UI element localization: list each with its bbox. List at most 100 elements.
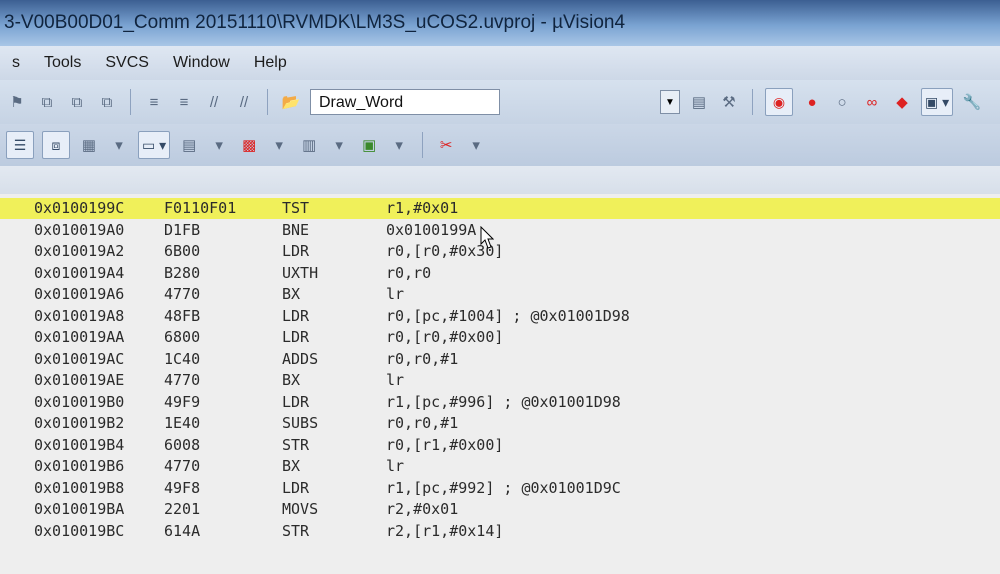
toolbar-separator [130,89,131,115]
system-viewer-icon[interactable]: ▣ [358,134,380,156]
disassembly-window-icon[interactable]: ⧈ [42,131,70,159]
address-cell: 0x010019AE [34,371,125,389]
indent-icon[interactable]: ≡ [143,91,165,113]
menu-item-help[interactable]: Help [242,54,299,72]
target-combo[interactable]: Draw_Word [310,89,500,115]
mnemonic-cell: SUBS [282,414,319,432]
memory-window-icon[interactable]: ▤ [178,134,200,156]
watch-window-button[interactable]: ▭ ▾ [138,131,171,159]
dropdown-arrow-icon[interactable]: ▾ [208,134,230,156]
settings-wrench-icon[interactable]: 🔧 [961,91,983,113]
window-layout-button[interactable]: ▣ ▾ [921,88,954,116]
view-file-icon[interactable]: ▤ [688,91,710,113]
address-cell: 0x010019AA [34,328,125,346]
menu-item-s[interactable]: s [0,54,32,72]
opcode-cell: B280 [164,263,201,282]
dropdown-arrow-icon[interactable]: ▾ [328,134,350,156]
serial-window-icon[interactable]: ▥ [298,134,320,156]
disassembly-row[interactable]: 0x010019BC 614A STR r2,[r1,#0x14] [0,521,1000,542]
opcode-cell: 4770 [164,285,201,303]
dropdown-arrow-icon[interactable]: ▾ [388,134,410,156]
disable-all-breakpoints-icon[interactable]: ◆ [891,91,913,113]
disassembly-row[interactable]: 0x010019A0 D1FB BNE 0x0100199A [0,220,1000,241]
operands-cell: r2,#0x01 [386,500,459,518]
disassembly-row[interactable]: 0x010019B2 1E40 SUBS r0,r0,#1 [0,413,1000,434]
disassembly-row[interactable]: 0x010019BA 2201 MOVS r2,#0x01 [0,499,1000,520]
clear-bookmarks-icon[interactable]: ⧉ [96,91,118,113]
address-cell: 0x010019B4 [34,435,125,454]
opcode-cell: 48FB [164,306,201,325]
logic-analyzer-icon[interactable]: ▩ [238,134,260,156]
opcode-cell: 49F8 [164,478,201,497]
current-instruction-row[interactable]: 0x0100199C F0110F01 TST r1,#0x01 [0,198,1000,219]
disassembly-row[interactable]: 0x010019A2 6B00 LDR r0,[r0,#0x30] [0,241,1000,262]
window-titlebar: 3-V00B00D01_Comm 20151110\RVMDK\LM3S_uCO… [0,0,1000,46]
mouse-pointer-icon [480,226,494,249]
operands-cell: lr [386,371,405,389]
address-cell: 0x010019B6 [34,457,125,475]
kill-breakpoints-icon[interactable]: ∞ [861,91,883,113]
disable-breakpoint-icon[interactable]: ○ [831,91,853,113]
disassembly-window[interactable]: 0x0100199C F0110F01 TST r1,#0x01 0x010019A0 D… [0,194,1000,574]
address-cell: 0x010019A2 [34,242,125,260]
operands-cell: lr [386,457,405,475]
opcode-cell: F0110F01 [164,199,237,217]
bookmark-icon[interactable]: ⚑ [6,91,28,113]
unindent-icon[interactable]: ≡ [173,91,195,113]
mnemonic-cell: UXTH [282,263,319,282]
toolbar-separator [267,89,268,115]
toolbox-icon[interactable]: ✂ [435,134,457,156]
dropdown-arrow-icon[interactable]: ▾ [108,134,130,156]
dropdown-arrow-icon[interactable]: ▾ [465,134,487,156]
operands-cell: r0,[r1,#0x00] [386,435,504,454]
dropdown-arrow-icon[interactable]: ▾ [268,134,290,156]
address-cell: 0x010019AC [34,349,125,368]
opcode-cell: D1FB [164,220,201,239]
disassembly-row[interactable]: 0x010019AC 1C40 ADDS r0,r0,#1 [0,349,1000,370]
combo-dropdown-button[interactable]: ▼ [660,90,680,114]
menu-item-tools[interactable]: Tools [32,54,93,72]
operands-cell: lr [386,285,405,303]
find-prev-icon[interactable]: ⧉ [36,91,58,113]
debug-session-icon[interactable]: ◉ [765,88,793,116]
mnemonic-cell: STR [282,435,310,454]
debug-toolbar: ☰ ⧈ ▦ ▾ ▭ ▾ ▤ ▾ ▩ ▾ ▥ ▾ ▣ ▾ ✂ ▾ [0,124,1000,166]
disassembly-row[interactable]: 0x010019B4 6008 STR r0,[r1,#0x00] [0,435,1000,456]
opcode-cell: 6B00 [164,242,201,260]
disassembly-row[interactable]: 0x010019B8 49F8 LDR r1,[pc,#992] ; @0x01001… [0,478,1000,499]
disassembly-row[interactable]: 0x010019A4 B280 UXTH r0,r0 [0,263,1000,284]
toolbar-separator [752,89,753,115]
mnemonic-cell: LDR [282,306,310,325]
breakpoint-icon[interactable]: ● [801,91,823,113]
opcode-cell: 1C40 [164,349,201,368]
disassembly-row[interactable]: 0x010019AA 6800 LDR r0,[r0,#0x00] [0,327,1000,348]
disassembly-row[interactable]: 0x010019AE 4770 BX lr [0,370,1000,391]
mnemonic-cell: BX [282,285,301,303]
address-cell: 0x010019A6 [34,285,125,303]
operands-cell: r0,[pc,#1004] ; @0x01001D98 [386,306,630,325]
menu-item-svcs[interactable]: SVCS [93,54,161,72]
opcode-cell: 4770 [164,371,201,389]
uncomment-icon[interactable]: // [233,91,255,113]
address-cell: 0x010019B2 [34,414,125,432]
disassembly-row[interactable]: 0x010019B0 49F9 LDR r1,[pc,#996] ; @0x01001… [0,392,1000,413]
address-cell: 0x010019A8 [34,306,125,325]
toolbar-separator [422,132,424,158]
tools-icon[interactable]: ⚒ [718,91,740,113]
menu-item-window[interactable]: Window [161,54,242,72]
opcode-cell: 1E40 [164,414,201,432]
disassembly-row[interactable]: 0x010019A8 48FB LDR r0,[pc,#1004] ; @0x0100… [0,306,1000,327]
open-file-icon[interactable]: 📂 [280,91,302,113]
mnemonic-cell: BX [282,371,301,389]
operands-cell: r0,r0,#1 [386,414,459,432]
command-window-icon[interactable]: ☰ [6,131,34,159]
operands-cell: r1,#0x01 [386,199,459,217]
find-next-icon[interactable]: ⧉ [66,91,88,113]
mnemonic-cell: BNE [282,220,310,239]
symbols-window-icon[interactable]: ▦ [78,134,100,156]
mnemonic-cell: MOVS [282,500,319,518]
opcode-cell: 6008 [164,435,201,454]
disassembly-row[interactable]: 0x010019B6 4770 BX lr [0,456,1000,477]
comment-icon[interactable]: // [203,91,225,113]
disassembly-row[interactable]: 0x010019A6 4770 BX lr [0,284,1000,305]
